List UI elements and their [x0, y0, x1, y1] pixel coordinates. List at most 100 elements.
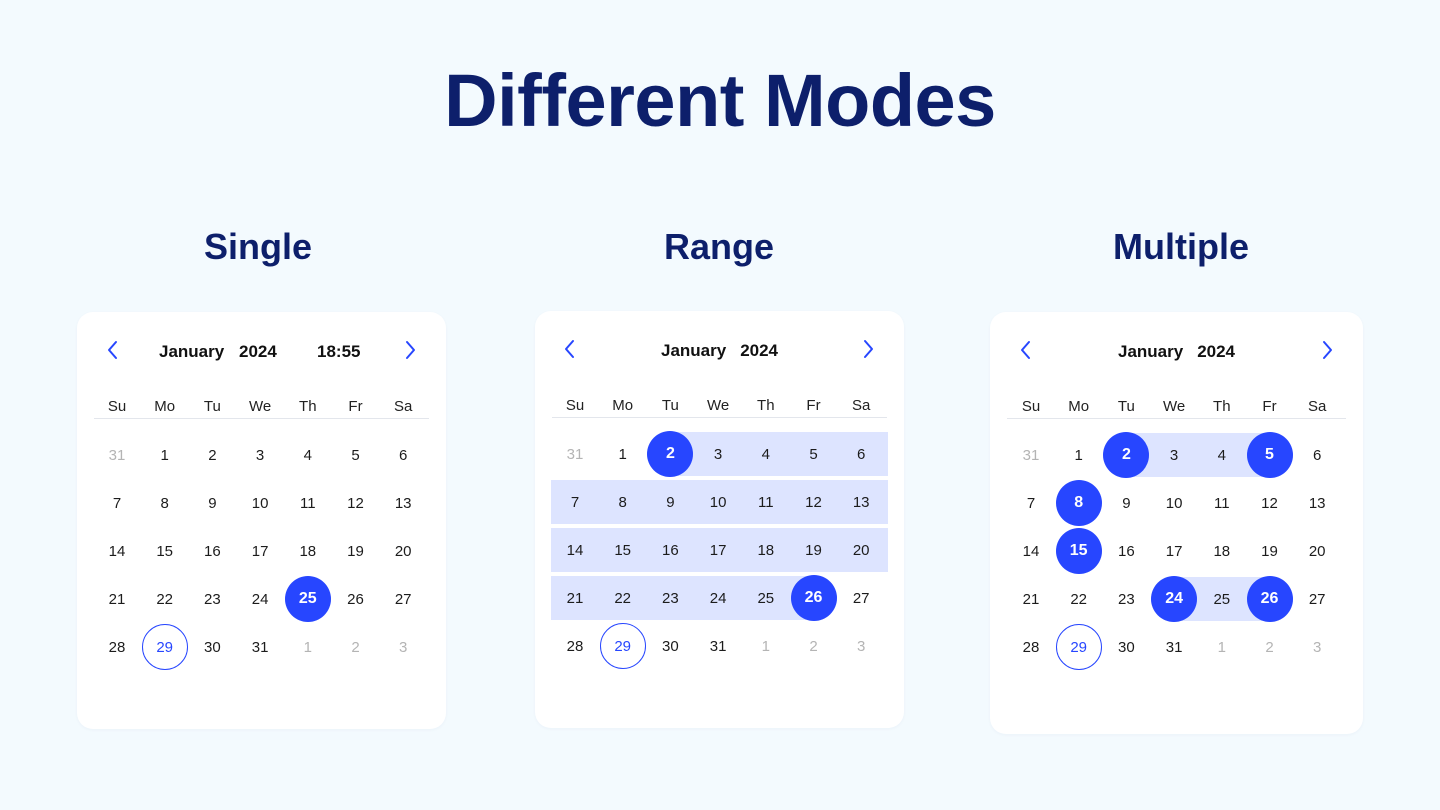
month-label[interactable]: January	[661, 333, 726, 369]
year-label[interactable]: 2024	[740, 333, 778, 369]
day-cell[interactable]: 20	[380, 528, 426, 574]
day-cell[interactable]: 31	[552, 431, 598, 477]
day-cell[interactable]: 12	[333, 480, 379, 526]
day-cell[interactable]: 23	[1103, 576, 1149, 622]
day-cell[interactable]: 18	[1199, 528, 1245, 574]
time-label[interactable]: 18:55	[317, 334, 360, 370]
day-cell[interactable]: 9	[189, 480, 235, 526]
day-cell[interactable]: 3	[1151, 432, 1197, 478]
day-cell[interactable]: 2	[333, 624, 379, 670]
day-cell[interactable]: 25	[1199, 576, 1245, 622]
day-cell[interactable]: 29	[1055, 624, 1102, 670]
day-cell[interactable]: 3	[380, 624, 426, 670]
day-cell[interactable]: 13	[838, 479, 884, 525]
day-cell[interactable]: 28	[552, 623, 598, 669]
day-cell[interactable]: 27	[380, 576, 426, 622]
day-cell[interactable]: 31	[695, 623, 741, 669]
day-cell[interactable]: 3	[1294, 624, 1340, 670]
day-cell[interactable]: 16	[1103, 528, 1149, 574]
day-cell[interactable]: 6	[838, 431, 884, 477]
day-cell[interactable]: 8	[600, 479, 646, 525]
day-cell[interactable]: 3	[237, 432, 283, 478]
month-label[interactable]: January	[159, 334, 224, 370]
day-cell[interactable]: 1	[285, 624, 331, 670]
day-cell[interactable]: 1	[142, 432, 188, 478]
day-cell[interactable]: 13	[380, 480, 426, 526]
day-cell[interactable]: 4	[285, 432, 331, 478]
day-cell[interactable]: 29	[141, 624, 188, 670]
day-cell[interactable]: 19	[791, 527, 837, 573]
day-cell[interactable]: 22	[600, 575, 646, 621]
day-cell[interactable]: 7	[94, 480, 140, 526]
day-cell[interactable]: 5	[333, 432, 379, 478]
day-cell[interactable]: 20	[838, 527, 884, 573]
day-cell[interactable]: 26	[1246, 576, 1293, 622]
day-cell[interactable]: 30	[1103, 624, 1149, 670]
day-cell[interactable]: 5	[791, 431, 837, 477]
day-cell[interactable]: 26	[790, 575, 837, 621]
month-label[interactable]: January	[1118, 334, 1183, 370]
day-cell[interactable]: 27	[838, 575, 884, 621]
day-cell[interactable]: 31	[94, 432, 140, 478]
day-cell[interactable]: 15	[142, 528, 188, 574]
day-cell[interactable]: 19	[333, 528, 379, 574]
day-cell[interactable]: 11	[743, 479, 789, 525]
day-cell[interactable]: 14	[1008, 528, 1054, 574]
day-cell[interactable]: 31	[1151, 624, 1197, 670]
day-cell[interactable]: 3	[695, 431, 741, 477]
day-cell[interactable]: 4	[743, 431, 789, 477]
day-cell[interactable]: 2	[189, 432, 235, 478]
day-cell[interactable]: 21	[94, 576, 140, 622]
day-cell[interactable]: 25	[284, 576, 331, 622]
day-cell[interactable]: 2	[791, 623, 837, 669]
day-cell[interactable]: 18	[285, 528, 331, 574]
day-cell[interactable]: 30	[647, 623, 693, 669]
day-cell[interactable]: 31	[237, 624, 283, 670]
day-cell[interactable]: 15	[1055, 528, 1102, 574]
day-cell[interactable]: 24	[695, 575, 741, 621]
day-cell[interactable]: 24	[237, 576, 283, 622]
day-cell[interactable]: 11	[285, 480, 331, 526]
year-label[interactable]: 2024	[1197, 334, 1235, 370]
day-cell[interactable]: 9	[1103, 480, 1149, 526]
day-cell[interactable]: 13	[1294, 480, 1340, 526]
day-cell[interactable]: 15	[600, 527, 646, 573]
day-cell[interactable]: 31	[1008, 432, 1054, 478]
day-cell[interactable]: 27	[1294, 576, 1340, 622]
day-cell[interactable]: 5	[1246, 432, 1293, 478]
day-cell[interactable]: 29	[599, 623, 646, 669]
day-cell[interactable]: 17	[1151, 528, 1197, 574]
day-cell[interactable]: 12	[791, 479, 837, 525]
day-cell[interactable]: 22	[1056, 576, 1102, 622]
day-cell[interactable]: 14	[94, 528, 140, 574]
day-cell[interactable]: 1	[1199, 624, 1245, 670]
day-cell[interactable]: 4	[1199, 432, 1245, 478]
day-cell[interactable]: 8	[1055, 480, 1102, 526]
day-cell[interactable]: 25	[743, 575, 789, 621]
day-cell[interactable]: 23	[189, 576, 235, 622]
day-cell[interactable]: 10	[695, 479, 741, 525]
next-month-button[interactable]	[392, 334, 428, 370]
day-cell[interactable]: 19	[1247, 528, 1293, 574]
day-cell[interactable]: 3	[838, 623, 884, 669]
day-cell[interactable]: 8	[142, 480, 188, 526]
day-cell[interactable]: 21	[1008, 576, 1054, 622]
day-cell[interactable]: 22	[142, 576, 188, 622]
day-cell[interactable]: 1	[743, 623, 789, 669]
day-cell[interactable]: 1	[1056, 432, 1102, 478]
day-cell[interactable]: 21	[552, 575, 598, 621]
day-cell[interactable]: 28	[94, 624, 140, 670]
year-label[interactable]: 2024	[239, 334, 277, 370]
day-cell[interactable]: 2	[1247, 624, 1293, 670]
day-cell[interactable]: 16	[189, 528, 235, 574]
day-cell[interactable]: 26	[333, 576, 379, 622]
day-cell[interactable]: 17	[237, 528, 283, 574]
day-cell[interactable]: 7	[1008, 480, 1054, 526]
day-cell[interactable]: 7	[552, 479, 598, 525]
prev-month-button[interactable]	[95, 334, 131, 370]
day-cell[interactable]: 18	[743, 527, 789, 573]
day-cell[interactable]: 6	[1294, 432, 1340, 478]
day-cell[interactable]: 10	[237, 480, 283, 526]
day-cell[interactable]: 1	[600, 431, 646, 477]
day-cell[interactable]: 10	[1151, 480, 1197, 526]
